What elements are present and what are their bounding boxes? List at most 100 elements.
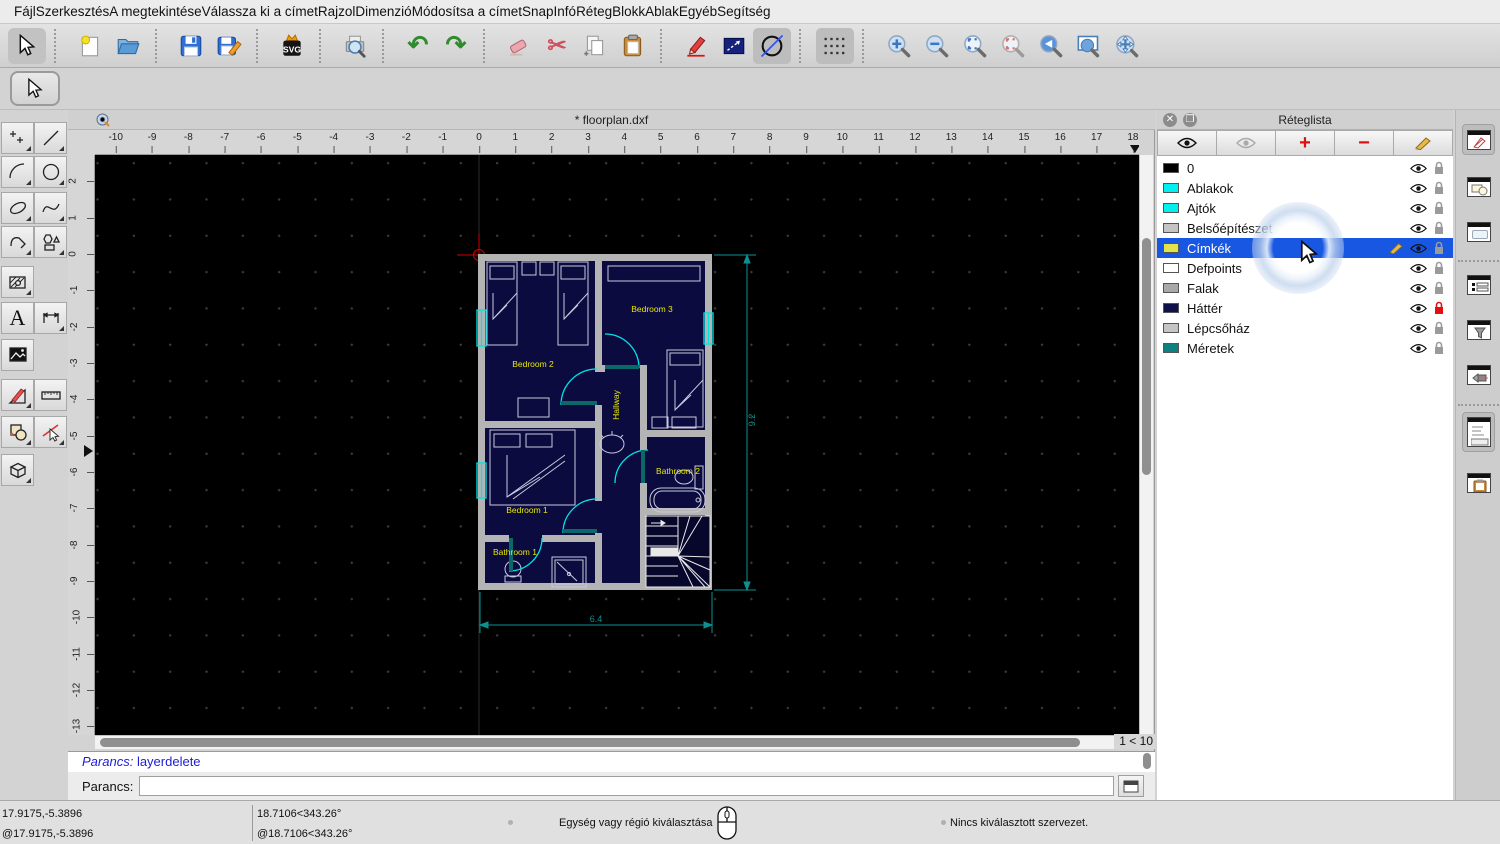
polygon-tool-icon[interactable] [34,226,67,258]
circle-tool-icon[interactable] [34,156,67,188]
layer-row[interactable]: Címkék [1157,238,1453,258]
filter-dock-icon[interactable] [1462,314,1495,345]
new-document-icon[interactable] [71,28,109,64]
zoom-in-icon[interactable] [879,28,917,64]
image-tool-icon[interactable] [1,339,34,371]
menu-item[interactable]: Ablak [645,4,679,19]
draw-settings-tool-icon[interactable] [1,379,34,411]
eraser-icon[interactable] [500,28,538,64]
redo-icon[interactable]: ↷ [437,28,475,64]
edit-layer-icon[interactable] [1394,130,1453,156]
undo-icon[interactable]: ↶ [399,28,437,64]
draw-pencil-icon[interactable] [677,28,715,64]
export-svg-icon[interactable]: SVG [273,28,311,64]
menu-item[interactable]: A megtekintése [109,4,201,19]
layer-row[interactable]: Ajtók [1157,198,1453,218]
drawing-canvas[interactable]: Bedroom 2 Bedroom 3 Bedroom 1 Bathroom 1… [95,155,1139,735]
menu-item[interactable]: Réteg [576,4,612,19]
menu-item[interactable]: Blokk [612,4,645,19]
line-tool-icon[interactable] [34,122,67,154]
copy-icon[interactable] [576,28,614,64]
zoom-auto-icon[interactable] [955,28,993,64]
add-layer-icon[interactable]: + [1276,130,1335,156]
measure-tool-icon[interactable] [34,379,67,411]
paste-icon[interactable] [614,28,652,64]
clipboard-dock-icon[interactable] [1462,467,1495,498]
layer-visibility-eye-icon[interactable] [1410,183,1427,194]
menu-item[interactable]: Szerkesztés [36,4,110,19]
horizontal-scrollbar-thumb[interactable] [100,738,1080,747]
command-window-button[interactable] [1118,775,1145,797]
menu-item[interactable]: Fájl [14,4,36,19]
layer-row[interactable]: Méretek [1157,338,1453,358]
modify-tool-icon[interactable] [1,416,34,448]
dimension-tool-icon[interactable] [34,302,67,334]
layer-visibility-eye-icon[interactable] [1410,163,1427,174]
arc-tool-icon[interactable] [1,156,34,188]
layer-lock-icon[interactable] [1433,321,1445,335]
print-preview-icon[interactable] [336,28,374,64]
points-tool-icon[interactable] [1,122,34,154]
text-tool-icon[interactable]: A [1,302,34,334]
remove-layer-icon[interactable]: − [1335,130,1394,156]
menu-item[interactable]: Dimenzió [355,4,411,19]
layer-row[interactable]: Belsőépítészet [1157,218,1453,238]
spline-tool-icon[interactable] [34,192,67,224]
show-all-layers-icon[interactable] [1157,130,1217,156]
select-arrow-icon[interactable] [8,27,46,64]
horizontal-scrollbar[interactable] [95,735,1118,749]
hatch-tool-icon[interactable] [1,266,34,298]
layer-visibility-eye-icon[interactable] [1410,323,1427,334]
layer-row[interactable]: Háttér [1157,298,1453,318]
command-input[interactable] [139,776,1115,796]
layer-lock-icon[interactable] [1433,281,1445,295]
command-history-scrollbar[interactable] [1143,753,1153,771]
zoom-window-icon[interactable] [1069,28,1107,64]
layer-row[interactable]: Lépcsőház [1157,318,1453,338]
ellipse-tool-icon[interactable] [1,192,34,224]
pan-icon[interactable] [1107,28,1145,64]
layer-lock-icon[interactable] [1433,221,1445,235]
layer-list-dock-icon[interactable] [1462,124,1495,155]
layer-row[interactable]: 0 [1157,158,1453,178]
cut-icon[interactable]: ✂ [538,28,576,64]
zoom-previous-icon[interactable] [1031,28,1069,64]
grid-toggle-icon[interactable] [816,27,854,64]
zoom-out-icon[interactable] [917,28,955,64]
layer-visibility-eye-icon[interactable] [1410,283,1427,294]
layer-lock-icon[interactable] [1433,261,1445,275]
pen-palette-dock-icon[interactable] [1462,359,1495,390]
vertical-scrollbar-thumb[interactable] [1142,238,1151,475]
layer-visibility-eye-icon[interactable] [1410,263,1427,274]
layer-visibility-eye-icon[interactable] [1410,203,1427,214]
save-icon[interactable] [172,28,210,64]
zoom-selected-icon[interactable] [993,28,1031,64]
draft-mode-icon[interactable] [753,27,791,64]
document-titlebar[interactable]: * floorplan.dxf [68,110,1155,130]
layer-row[interactable]: Falak [1157,278,1453,298]
command-line-dock-icon[interactable] [1462,412,1495,452]
layer-lock-icon[interactable] [1433,161,1445,175]
delete-tool-icon[interactable] [34,416,67,448]
block-list-dock-icon[interactable] [1462,171,1495,202]
layer-lock-icon[interactable] [1433,201,1445,215]
layer-row[interactable]: Ablakok [1157,178,1453,198]
entity-list-dock-icon[interactable] [1462,269,1495,300]
layer-visibility-eye-icon[interactable] [1410,223,1427,234]
hide-all-layers-icon[interactable] [1217,130,1276,156]
layer-visibility-eye-icon[interactable] [1410,243,1427,254]
layer-row[interactable]: Defpoints [1157,258,1453,278]
polyline-tool-icon[interactable] [1,226,34,258]
layer-visibility-eye-icon[interactable] [1410,303,1427,314]
menu-item[interactable]: Infó [554,4,577,19]
menu-item[interactable]: Snap [522,4,554,19]
menu-item[interactable]: Rajzol [318,4,356,19]
layer-lock-icon[interactable] [1433,241,1445,255]
open-file-icon[interactable] [109,28,147,64]
library-browser-dock-icon[interactable] [1462,216,1495,247]
vertical-scrollbar[interactable] [1139,155,1153,735]
select-tool-button[interactable] [10,71,60,106]
selection-window-icon[interactable] [715,28,753,64]
save-as-icon[interactable] [210,28,248,64]
menu-item[interactable]: Egyéb [679,4,717,19]
